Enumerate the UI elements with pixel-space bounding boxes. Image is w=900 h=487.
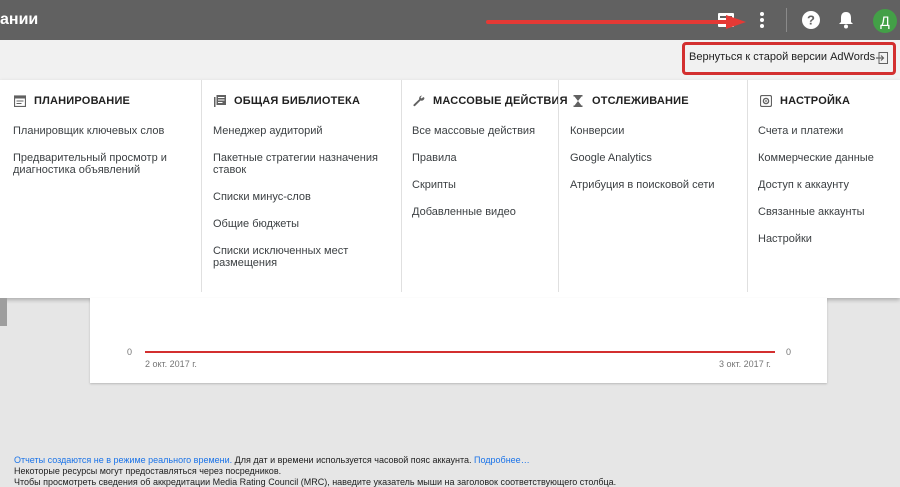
menu-item-billing[interactable]: Счета и платежи: [758, 125, 843, 137]
tools-menu-panel: ПЛАНИРОВАНИЕ Планировщик ключевых слов П…: [0, 80, 900, 298]
calendar-icon: [14, 95, 26, 107]
y-axis-right-label: 0: [786, 347, 792, 357]
column-header-bulk-actions: МАССОВЫЕ ДЕЙСТВИЯ: [413, 95, 568, 107]
realtime-note-link[interactable]: Отчеты создаются не в режиме реального в…: [14, 455, 232, 465]
wrench-icon: [413, 95, 425, 107]
x-axis-end-label: 3 окт. 2017 г.: [719, 359, 771, 369]
menu-item-portfolio-bid-strategies-line2[interactable]: ставок: [213, 164, 246, 176]
menu-item-linked-accounts[interactable]: Связанные аккаунты: [758, 206, 865, 218]
svg-text:?: ?: [807, 13, 815, 28]
scrollbar[interactable]: [0, 298, 7, 326]
column-header-shared-library: ОБЩАЯ БИБЛИОТЕКА: [214, 95, 360, 107]
menu-item-rules[interactable]: Правила: [412, 152, 457, 164]
menu-item-business-data[interactable]: Коммерческие данные: [758, 152, 874, 164]
menu-item-audience-manager[interactable]: Менеджер аудиторий: [213, 125, 323, 137]
column-header-measurement: ОТСЛЕЖИВАНИЕ: [572, 95, 689, 107]
avatar[interactable]: Д: [873, 9, 897, 33]
menu-item-placement-exclusion-lists[interactable]: Списки исключенных мест: [213, 245, 348, 257]
menu-item-placement-exclusion-lists-line2[interactable]: размещения: [213, 257, 277, 269]
menu-item-settings[interactable]: Настройки: [758, 233, 812, 245]
menu-item-conversions[interactable]: Конверсии: [570, 125, 624, 137]
menu-item-uploaded-videos[interactable]: Добавленные видео: [412, 206, 516, 218]
page-title: ании: [0, 11, 39, 28]
annotation-arrow-icon: [486, 15, 746, 29]
menu-item-shared-budgets[interactable]: Общие бюджеты: [213, 218, 299, 230]
footer-line-3: Чтобы просмотреть сведения об аккредитац…: [14, 477, 617, 487]
menu-item-all-bulk-actions[interactable]: Все массовые действия: [412, 125, 535, 137]
column-title: МАССОВЫЕ ДЕЙСТВИЯ: [433, 95, 568, 107]
column-divider: [201, 80, 202, 292]
menu-item-keyword-planner[interactable]: Планировщик ключевых слов: [13, 125, 164, 137]
column-title: ПЛАНИРОВАНИЕ: [34, 95, 131, 107]
library-icon: [214, 95, 226, 107]
menu-item-negative-keyword-lists[interactable]: Списки минус-слов: [213, 191, 311, 203]
learn-more-link[interactable]: Подробнее…: [474, 455, 530, 465]
top-bar: ании ? Д: [0, 0, 900, 40]
notifications-bell-icon[interactable]: [836, 10, 856, 30]
footer-line-2: Некоторые ресурсы могут предоставляться …: [14, 466, 282, 476]
chart-card: 0 0 2 окт. 2017 г. 3 окт. 2017 г.: [90, 298, 827, 383]
menu-item-scripts[interactable]: Скрипты: [412, 179, 456, 191]
hourglass-icon: [573, 95, 583, 107]
menu-item-account-access[interactable]: Доступ к аккаунту: [758, 179, 849, 191]
menu-item-ad-preview[interactable]: Предварительный просмотр и: [13, 152, 167, 164]
footer-line-1: Отчеты создаются не в режиме реального в…: [14, 455, 530, 465]
settings-icon: [760, 95, 772, 107]
column-divider: [558, 80, 559, 292]
return-to-old-version-link[interactable]: Вернуться к старой версии AdWords: [682, 42, 896, 75]
column-header-planning: ПЛАНИРОВАНИЕ: [14, 95, 130, 107]
column-title: НАСТРОЙКА: [780, 95, 851, 107]
menu-item-search-attribution[interactable]: Атрибуция в поисковой сети: [570, 179, 715, 191]
toolbar-divider: [786, 8, 787, 32]
menu-item-portfolio-bid-strategies[interactable]: Пакетные стратегии назначения: [213, 152, 378, 164]
y-axis-left-label: 0: [127, 347, 133, 357]
column-header-setup: НАСТРОЙКА: [760, 95, 850, 107]
chart-series-line: [145, 351, 775, 353]
column-title: ОТСЛЕЖИВАНИЕ: [592, 95, 689, 107]
exit-to-app-icon: [876, 52, 888, 64]
menu-item-google-analytics[interactable]: Google Analytics: [570, 152, 652, 164]
column-title: ОБЩАЯ БИБЛИОТЕКА: [234, 95, 361, 107]
return-to-old-version-label: Вернуться к старой версии AdWords: [689, 51, 876, 63]
menu-item-ad-preview-line2[interactable]: диагностика объявлений: [13, 164, 140, 176]
timezone-note: Для дат и времени используется часовой п…: [232, 455, 475, 465]
more-vert-icon[interactable]: [754, 10, 770, 30]
column-divider: [401, 80, 402, 292]
column-divider: [747, 80, 748, 292]
x-axis-start-label: 2 окт. 2017 г.: [145, 359, 197, 369]
help-icon[interactable]: ?: [801, 10, 821, 30]
